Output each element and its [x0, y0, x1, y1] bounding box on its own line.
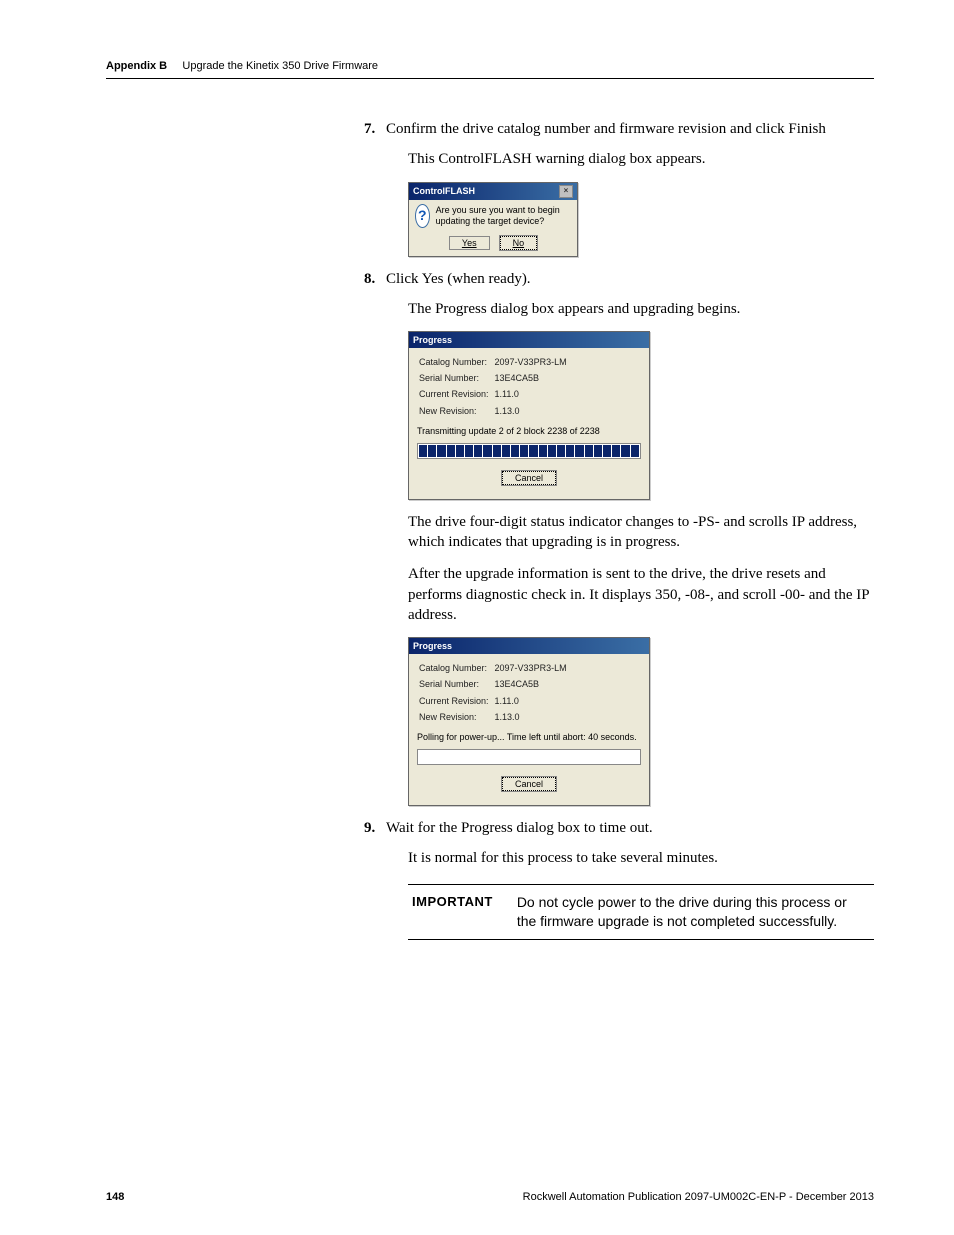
progress-bar: [417, 443, 641, 459]
important-text: Do not cycle power to the drive during t…: [513, 885, 874, 939]
progress-dialog-1: Progress Catalog Number:2097-V33PR3-LM S…: [408, 331, 650, 500]
running-header: Appendix B Upgrade the Kinetix 350 Drive…: [106, 60, 874, 72]
step-text: Wait for the Progress dialog box to time…: [386, 820, 653, 836]
step-number: 8.: [364, 269, 375, 289]
dialog-titlebar: Progress: [409, 332, 649, 348]
after-text-2: After the upgrade information is sent to…: [408, 564, 874, 625]
no-button[interactable]: No: [500, 236, 538, 250]
step-8: 8. Click Yes (when ready). The Progress …: [364, 269, 874, 806]
dialog-title: ControlFLASH: [413, 185, 475, 197]
progress-dialog-2: Progress Catalog Number:2097-V33PR3-LM S…: [408, 637, 650, 806]
dialog-title: Progress: [413, 640, 452, 652]
publication-info: Rockwell Automation Publication 2097-UM0…: [523, 1191, 874, 1203]
step-text: Click Yes (when ready).: [386, 271, 531, 287]
main-content: 7. Confirm the drive catalog number and …: [364, 119, 874, 940]
important-label: IMPORTANT: [408, 885, 513, 939]
step-subtext: This ControlFLASH warning dialog box app…: [408, 149, 874, 169]
step-text: Confirm the drive catalog number and fir…: [386, 121, 826, 137]
appendix-label: Appendix B: [106, 60, 167, 72]
question-icon: ?: [415, 204, 430, 228]
yes-button[interactable]: Yes: [449, 236, 490, 250]
header-rule: [106, 78, 874, 79]
step-7: 7. Confirm the drive catalog number and …: [364, 119, 874, 257]
dialog-title: Progress: [413, 334, 452, 346]
progress-bar-empty: [417, 749, 641, 765]
controlflash-dialog: ControlFLASH × ? Are you sure you want t…: [408, 182, 578, 257]
dialog-titlebar: Progress: [409, 638, 649, 654]
step-9: 9. Wait for the Progress dialog box to t…: [364, 818, 874, 940]
info-table: Catalog Number:2097-V33PR3-LM Serial Num…: [417, 354, 573, 421]
header-title: Upgrade the Kinetix 350 Drive Firmware: [182, 60, 378, 72]
page-number: 148: [106, 1191, 124, 1203]
status-text: Polling for power-up... Time left until …: [417, 731, 641, 743]
cancel-button[interactable]: Cancel: [502, 471, 556, 485]
step-subtext: The Progress dialog box appears and upgr…: [408, 299, 874, 319]
dialog-body: ? Are you sure you want to begin updatin…: [409, 200, 577, 232]
close-icon[interactable]: ×: [559, 185, 573, 198]
after-text-1: The drive four-digit status indicator ch…: [408, 512, 874, 553]
info-table: Catalog Number:2097-V33PR3-LM Serial Num…: [417, 660, 573, 727]
step-number: 7.: [364, 119, 375, 139]
document-page: Appendix B Upgrade the Kinetix 350 Drive…: [0, 0, 954, 1235]
important-callout: IMPORTANT Do not cycle power to the driv…: [408, 884, 874, 940]
dialog-titlebar: ControlFLASH ×: [409, 183, 577, 200]
step-subtext: It is normal for this process to take se…: [408, 848, 874, 868]
step-number: 9.: [364, 818, 375, 838]
dialog-message: Are you sure you want to begin updating …: [436, 205, 571, 226]
page-footer: 148 Rockwell Automation Publication 2097…: [106, 1191, 874, 1203]
cancel-button[interactable]: Cancel: [502, 777, 556, 791]
status-text: Transmitting update 2 of 2 block 2238 of…: [417, 425, 641, 437]
